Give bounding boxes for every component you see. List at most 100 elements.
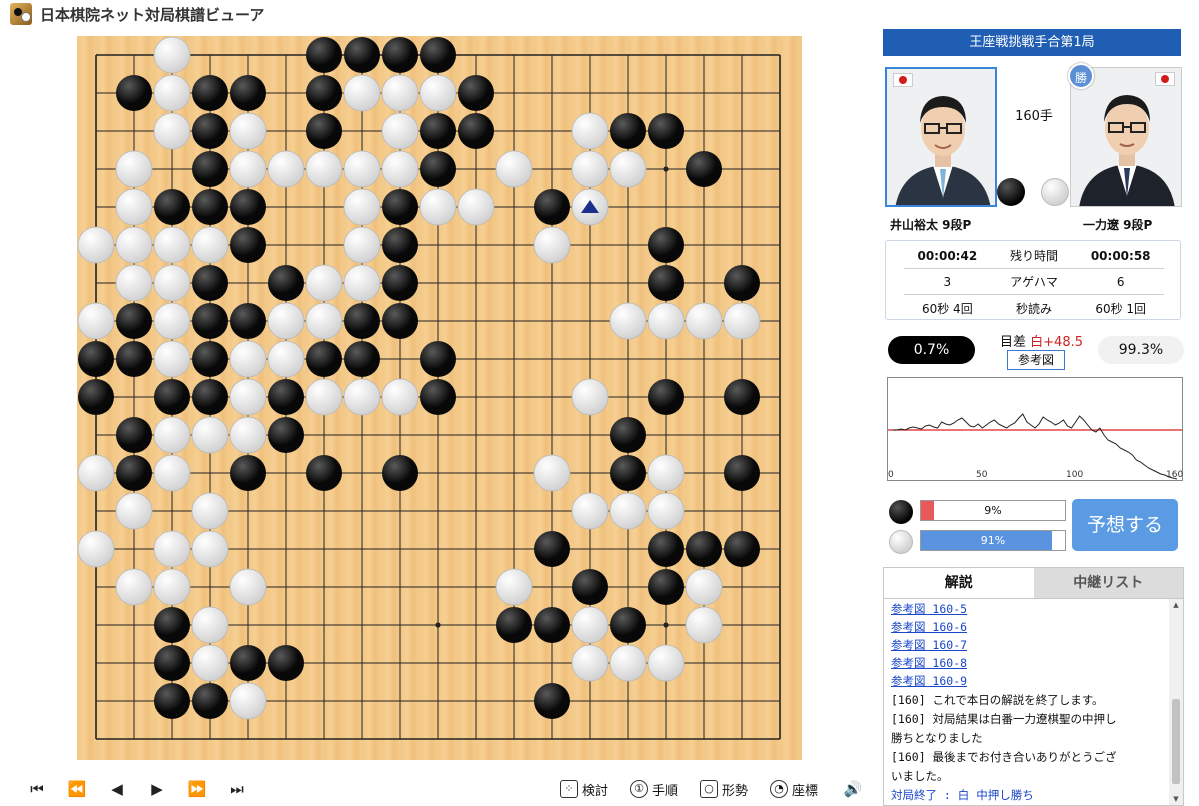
graph-tick: 0	[888, 470, 894, 480]
back-ten-button[interactable]: ⏪	[64, 778, 90, 800]
scroll-down-icon[interactable]: ▼	[1169, 793, 1183, 805]
white-stone	[153, 568, 191, 606]
tab-commentary[interactable]: 解説	[884, 568, 1034, 598]
white-stone	[343, 150, 381, 188]
reference-link[interactable]: 参考図 160-9	[891, 673, 967, 689]
white-stone	[571, 112, 609, 150]
white-stone	[229, 112, 267, 150]
white-stone	[191, 416, 229, 454]
predict-button[interactable]: 予想する	[1072, 499, 1178, 551]
white-stone	[153, 530, 191, 568]
black-stone	[648, 227, 684, 263]
time-label: 残り時間	[1010, 249, 1059, 263]
black-stone	[686, 531, 722, 567]
white-stone	[229, 378, 267, 416]
reference-link[interactable]: 参考図 160-8	[891, 655, 967, 671]
game-result-text: 対局終了 : 白 中押し勝ち	[891, 788, 1034, 802]
speaker-icon[interactable]: 🔊	[840, 778, 866, 800]
order-icon: ①	[630, 780, 648, 798]
black-stone	[306, 37, 342, 73]
winrate-line	[893, 413, 1178, 480]
white-stone	[609, 644, 647, 682]
position-button[interactable]: ○ 形勢	[700, 778, 748, 800]
board-grid[interactable]	[77, 36, 802, 760]
black-stone	[610, 455, 646, 491]
coordinates-button[interactable]: ◔ 座標	[770, 778, 818, 800]
white-stone	[381, 150, 419, 188]
winrate-graph	[887, 377, 1183, 481]
white-stone	[571, 606, 609, 644]
white-stone	[685, 302, 723, 340]
black-stone	[268, 645, 304, 681]
black-stone	[306, 455, 342, 491]
next-move-button[interactable]: ▶	[144, 778, 170, 800]
white-stone	[457, 188, 495, 226]
white-byoyomi: 60秒 1回	[1095, 301, 1147, 316]
black-stone	[496, 607, 532, 643]
white-stone	[647, 644, 685, 682]
white-player-photo	[1070, 67, 1182, 207]
reference-diagram-button[interactable]: 参考図	[1007, 350, 1065, 370]
black-stone	[230, 455, 266, 491]
white-stone	[115, 568, 153, 606]
reference-link[interactable]: 参考図 160-6	[891, 619, 967, 635]
black-stone	[192, 75, 228, 111]
coordinates-label: 座標	[792, 783, 819, 799]
white-stone	[153, 454, 191, 492]
tab-relay-list[interactable]: 中継リスト	[1033, 568, 1183, 598]
white-stone	[381, 112, 419, 150]
review-button[interactable]: ⁘ 検討	[560, 778, 608, 800]
white-stone	[77, 530, 115, 568]
move-order-label: 手順	[652, 783, 679, 799]
move-order-button[interactable]: ① 手順	[630, 778, 678, 800]
black-stone	[534, 531, 570, 567]
reference-link[interactable]: 参考図 160-5	[891, 601, 967, 617]
scroll-up-icon[interactable]: ▲	[1169, 599, 1183, 611]
black-stone	[230, 303, 266, 339]
white-prediction-bar: 91%	[920, 530, 1066, 551]
black-stone	[572, 569, 608, 605]
white-stone	[419, 188, 457, 226]
white-stone	[305, 264, 343, 302]
first-move-button[interactable]: ⏮	[24, 778, 50, 800]
comment-text: いました。	[891, 769, 949, 783]
white-stone	[381, 74, 419, 112]
comment-text: [160] 対局結果は白番一力遼棋聖の中押し	[891, 712, 1117, 726]
white-stone	[153, 302, 191, 340]
black-stone-icon	[997, 178, 1025, 206]
black-byoyomi: 60秒 4回	[921, 301, 973, 316]
prev-move-button[interactable]: ◀	[104, 778, 130, 800]
scroll-thumb[interactable]	[1172, 699, 1180, 784]
margin-label: 目差	[1000, 335, 1027, 350]
white-stone	[571, 378, 609, 416]
reference-link[interactable]: 参考図 160-7	[891, 637, 967, 653]
black-stone	[192, 113, 228, 149]
go-board[interactable]	[77, 36, 802, 760]
black-stone	[230, 75, 266, 111]
star-point	[435, 622, 441, 628]
black-prediction-bar: 9%	[920, 500, 1066, 521]
black-stone	[382, 189, 418, 225]
white-stone	[609, 492, 647, 530]
person-icon	[1071, 68, 1181, 206]
black-stone	[116, 341, 152, 377]
white-stone	[191, 530, 229, 568]
comment-text: 勝ちとなりました	[891, 731, 983, 745]
black-stone	[724, 531, 760, 567]
forward-ten-button[interactable]: ⏩	[184, 778, 210, 800]
black-stone	[458, 113, 494, 149]
commentary-list[interactable]: 参考図 160-5 参考図 160-6 参考図 160-7 参考図 160-8 …	[883, 599, 1184, 806]
white-stone	[267, 150, 305, 188]
white-stone	[343, 226, 381, 264]
commentary-scrollbar[interactable]: ▲ ▼	[1169, 599, 1183, 805]
comment-text: [160] これで本日の解説を終了します。	[891, 693, 1104, 707]
white-stone-icon	[889, 530, 913, 554]
last-move-button[interactable]: ⏭	[224, 778, 250, 800]
black-stone	[154, 645, 190, 681]
white-stone	[609, 302, 647, 340]
white-stone	[495, 150, 533, 188]
white-stone	[685, 606, 723, 644]
black-stone	[382, 303, 418, 339]
black-stone	[306, 341, 342, 377]
black-time: 00:00:42	[917, 248, 978, 263]
